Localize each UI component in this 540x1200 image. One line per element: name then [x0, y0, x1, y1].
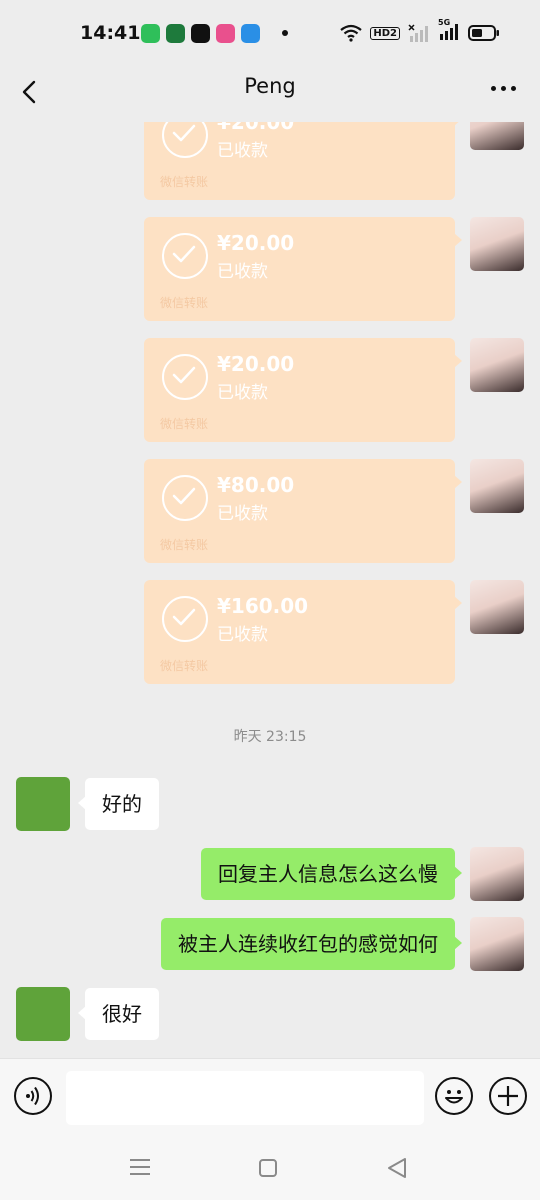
- received-message[interactable]: 好的: [78, 778, 159, 830]
- message-text: 回复主人信息怎么这么慢: [218, 862, 438, 886]
- wifi-icon: [340, 24, 363, 42]
- signal-no-service-icon: [408, 24, 428, 42]
- transfer-label: 微信转账: [160, 538, 209, 552]
- transfer-status: 已收款: [217, 383, 268, 403]
- my-avatar[interactable]: [470, 459, 524, 513]
- contact-avatar[interactable]: [16, 777, 70, 831]
- received-check-icon: [162, 596, 208, 642]
- transfer-label: 微信转账: [160, 417, 209, 431]
- status-time: 14:41: [80, 22, 141, 44]
- home-icon[interactable]: [258, 1158, 278, 1178]
- my-avatar[interactable]: [470, 580, 524, 634]
- recent-apps-icon[interactable]: [129, 1158, 151, 1176]
- transfer-amount: ¥20.00: [217, 352, 295, 376]
- status-bar: 14:41 HD2 5G: [0, 0, 540, 66]
- hd-voice-icon: HD2: [370, 26, 400, 40]
- battery-icon: [468, 25, 499, 41]
- system-icons: HD2 5G: [340, 18, 500, 44]
- received-check-icon: [162, 122, 208, 158]
- transfer-card[interactable]: ¥160.00 已收款 微信转账: [144, 580, 462, 684]
- transfer-status: 已收款: [217, 504, 268, 524]
- transfer-label: 微信转账: [160, 296, 209, 310]
- network-type-label: 5G: [438, 18, 451, 27]
- my-avatar[interactable]: [470, 338, 524, 392]
- transfer-card[interactable]: ¥20.00 已收款 微信转账: [144, 217, 462, 321]
- tiktok-app-icon: [191, 24, 210, 43]
- transfer-status: 已收款: [217, 625, 268, 645]
- received-check-icon: [162, 475, 208, 521]
- cloud-app-icon: [241, 24, 260, 43]
- transfer-amount: ¥20.00: [217, 231, 295, 255]
- shopping-app-icon: [216, 24, 235, 43]
- contact-avatar[interactable]: [16, 987, 70, 1041]
- received-check-icon: [162, 233, 208, 279]
- notification-app-icons: [141, 24, 260, 43]
- message-text: 被主人连续收红包的感觉如何: [178, 932, 438, 956]
- chat-app-icon: [141, 24, 160, 43]
- input-bar: [0, 1058, 540, 1135]
- add-more-icon[interactable]: [489, 1077, 527, 1115]
- more-options-icon[interactable]: [491, 86, 516, 91]
- transfer-label: 微信转账: [160, 659, 209, 673]
- notification-dot: [282, 30, 288, 36]
- back-nav-icon[interactable]: [386, 1157, 408, 1179]
- signal-5g-icon: 5G: [438, 18, 460, 44]
- transfer-status: 已收款: [217, 262, 268, 282]
- chat-header: Peng: [0, 66, 540, 122]
- sent-message[interactable]: 回复主人信息怎么这么慢: [201, 848, 462, 900]
- transfer-amount: ¥160.00: [217, 594, 309, 618]
- message-text: 好的: [102, 792, 142, 816]
- my-avatar[interactable]: [470, 847, 524, 901]
- transfer-status: 已收款: [217, 141, 268, 161]
- chat-title: Peng: [244, 74, 296, 98]
- system-navigation-bar: [0, 1134, 540, 1200]
- sent-message[interactable]: 被主人连续收红包的感觉如何: [161, 918, 462, 970]
- voice-input-icon[interactable]: [14, 1077, 52, 1115]
- received-check-icon: [162, 354, 208, 400]
- my-avatar[interactable]: [470, 217, 524, 271]
- transfer-card[interactable]: ¥80.00 已收款 微信转账: [144, 459, 462, 563]
- message-input[interactable]: [66, 1071, 424, 1125]
- message-text: 很好: [102, 1002, 142, 1026]
- message-list[interactable]: ¥20.00 已收款 微信转账 ¥20.00 已收款 微信转账 ¥20.00 已…: [0, 122, 540, 1058]
- received-message[interactable]: 很好: [78, 988, 159, 1040]
- transfer-card[interactable]: ¥20.00 已收款 微信转账: [144, 338, 462, 442]
- transfer-amount: ¥20.00: [217, 122, 295, 134]
- transfer-label: 微信转账: [160, 175, 209, 189]
- transfer-card[interactable]: ¥20.00 已收款 微信转账: [144, 122, 462, 200]
- transfer-amount: ¥80.00: [217, 473, 295, 497]
- my-avatar[interactable]: [470, 122, 524, 150]
- emoji-icon[interactable]: [435, 1077, 473, 1115]
- message-timestamp: 昨天 23:15: [233, 729, 307, 745]
- my-avatar[interactable]: [470, 917, 524, 971]
- oppo-app-icon: [166, 24, 185, 43]
